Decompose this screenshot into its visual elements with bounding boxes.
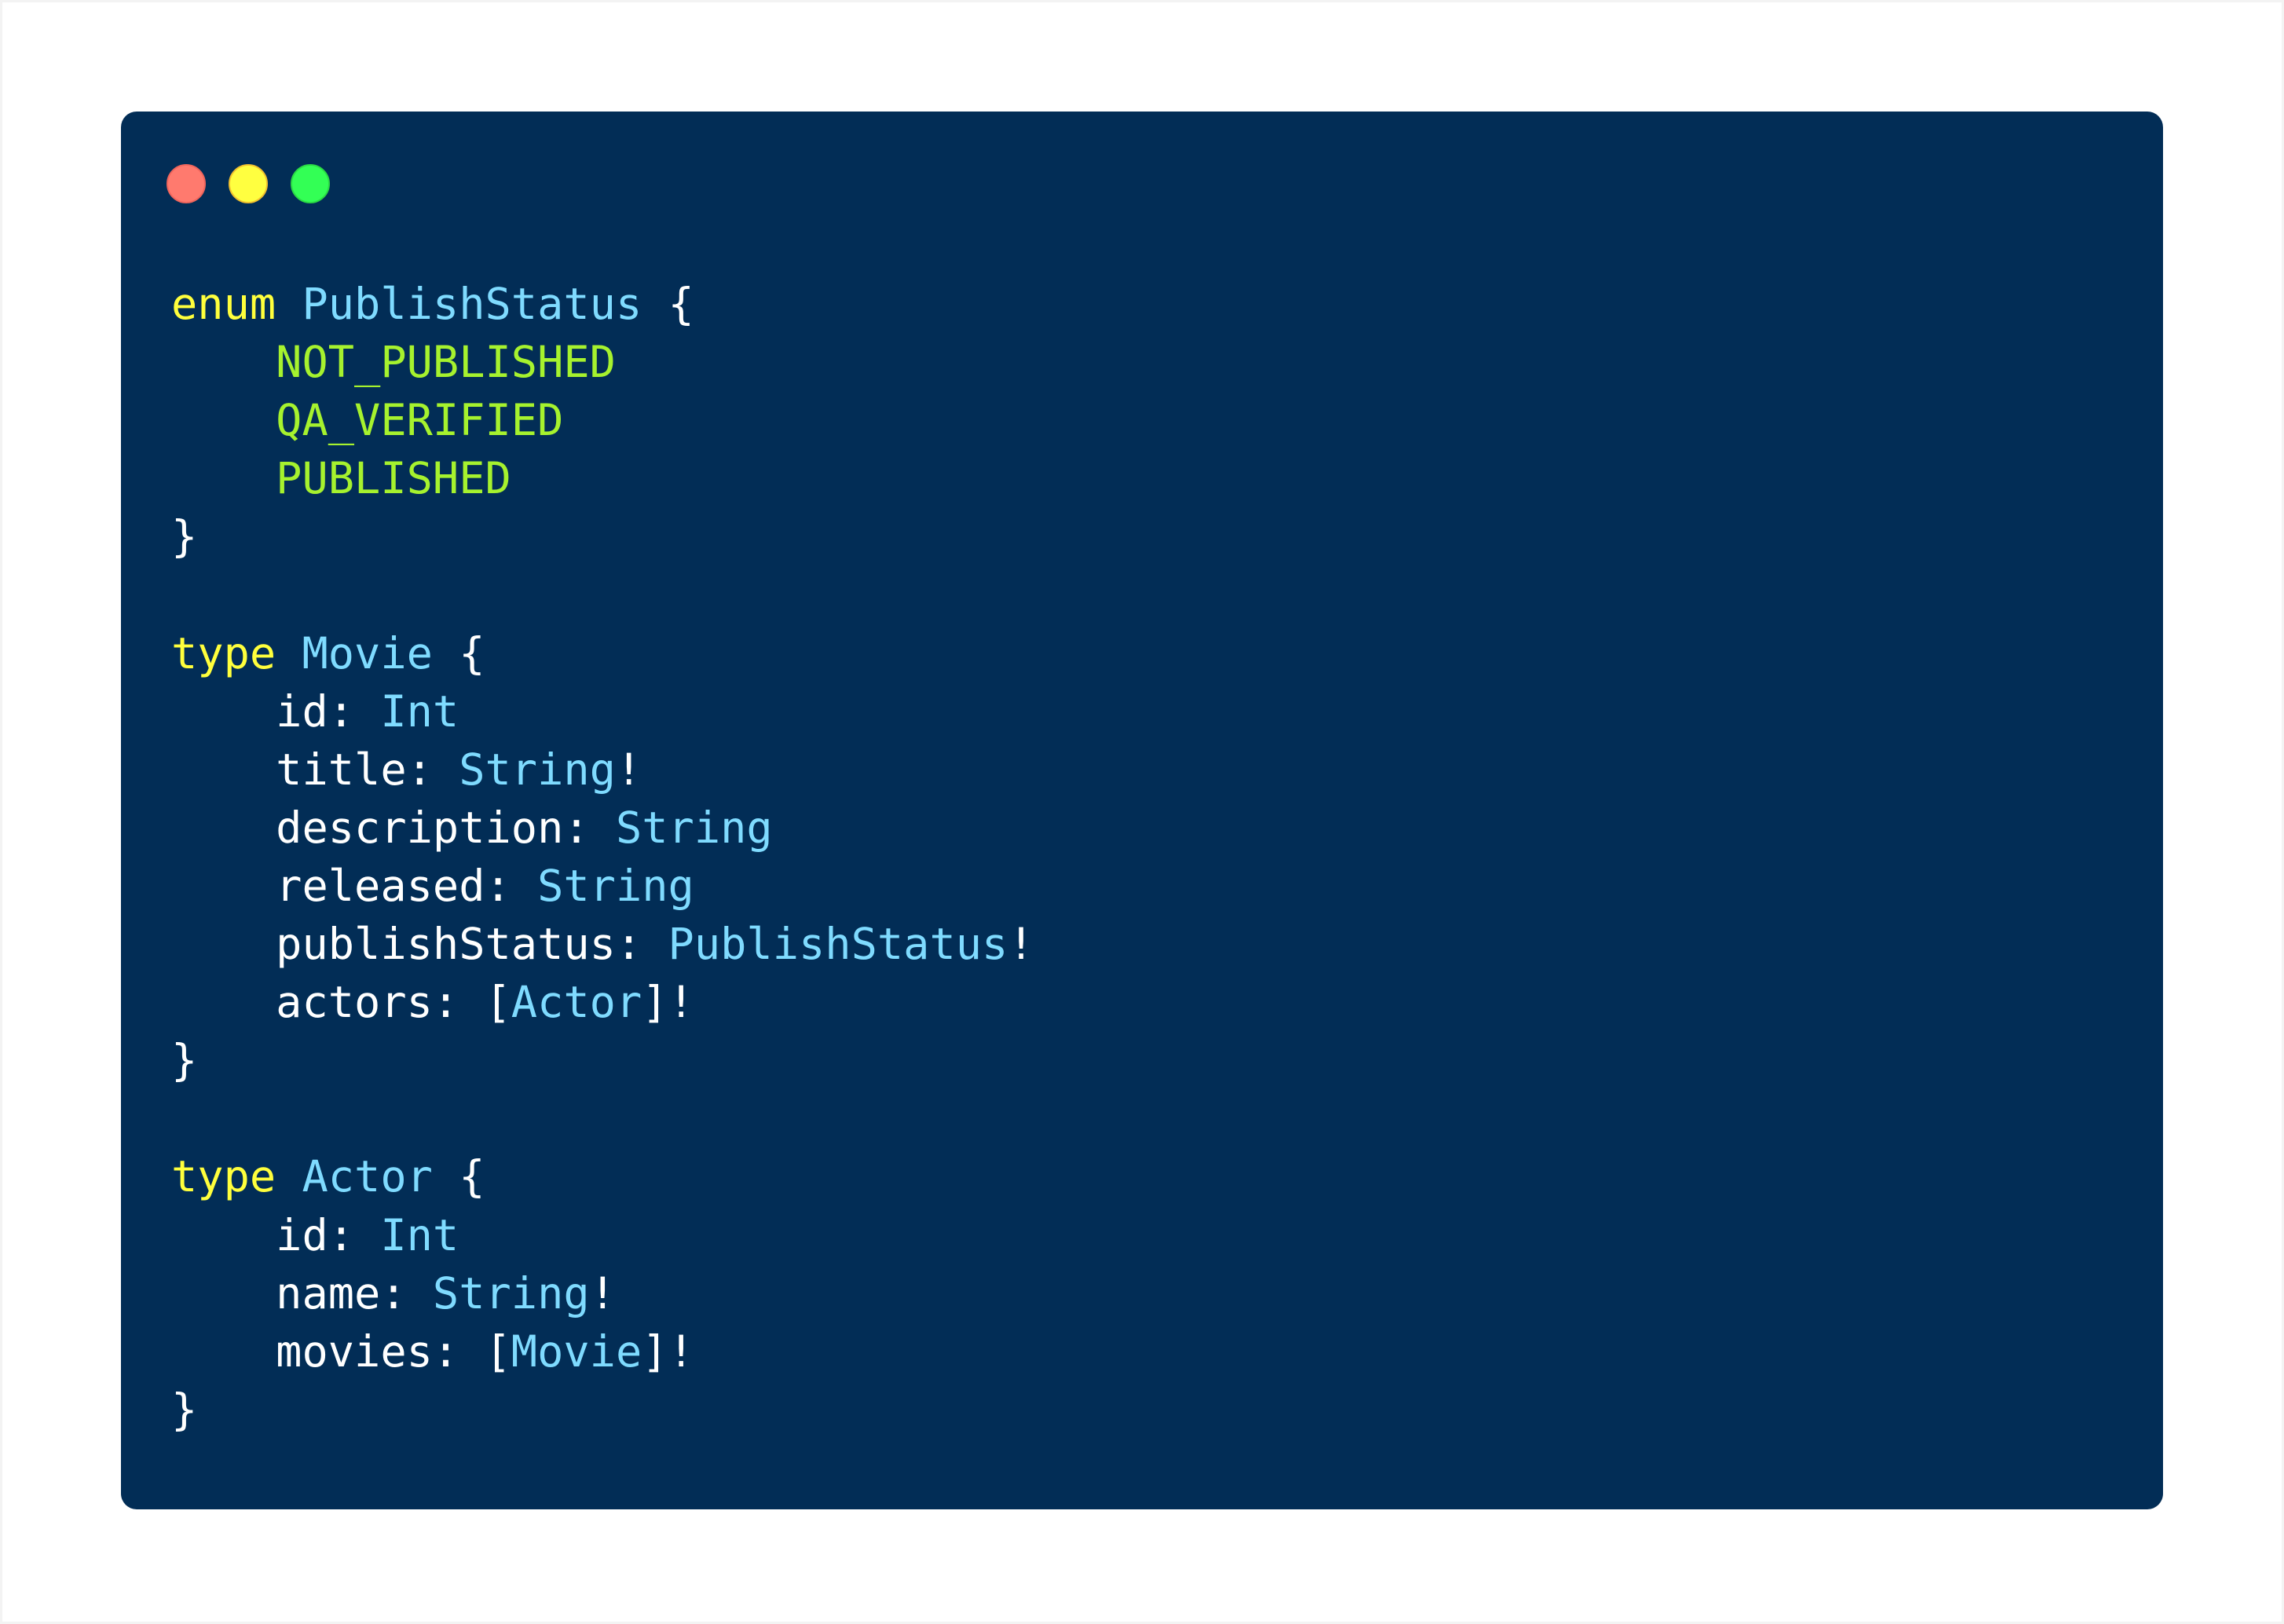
punctuation-token: publishStatus: (171, 920, 668, 971)
type-name-token: Actor (511, 978, 642, 1029)
punctuation-token (171, 396, 276, 446)
code-line: NOT_PUBLISHED (171, 334, 1034, 392)
keyword-token: type (171, 628, 276, 679)
type-name-token: Movie (511, 1326, 642, 1377)
type-name-token: String (459, 744, 616, 796)
code-line: } (171, 1032, 1034, 1090)
punctuation-token: } (171, 1384, 198, 1436)
enum-value-token: PUBLISHED (276, 454, 511, 505)
code-line: } (171, 508, 1034, 566)
code-line: name: String! (171, 1265, 1034, 1323)
code-line: released: String (171, 858, 1034, 916)
punctuation-token: title: (171, 744, 459, 796)
punctuation-token: { (642, 280, 694, 330)
code-window: enum PublishStatus { NOT_PUBLISHED QA_VE… (121, 112, 2163, 1509)
code-line: actors: [Actor]! (171, 974, 1034, 1032)
punctuation-token: ]! (642, 978, 694, 1029)
punctuation-token: id: (171, 1210, 381, 1261)
code-line: id: Int (171, 683, 1034, 741)
punctuation-token: name: (171, 1268, 433, 1319)
punctuation-token: actors: [ (171, 978, 511, 1029)
punctuation-token: description: (171, 803, 616, 854)
code-line: type Actor { (171, 1148, 1034, 1206)
punctuation-token (276, 629, 302, 679)
type-name-token: Actor (302, 1152, 433, 1203)
punctuation-token (276, 280, 302, 330)
type-name-token: PublishStatus (668, 920, 1008, 971)
code-line: QA_VERIFIED (171, 392, 1034, 450)
punctuation-token (171, 338, 276, 388)
punctuation-token (171, 454, 276, 504)
maximize-dot-icon (291, 164, 330, 203)
punctuation-token: ]! (642, 1326, 694, 1377)
punctuation-token: } (171, 512, 198, 563)
punctuation-token: } (171, 1036, 198, 1087)
code-line: } (171, 1381, 1034, 1439)
minimize-dot-icon (229, 164, 268, 203)
type-name-token: Movie (302, 628, 433, 679)
code-line: movies: [Movie]! (171, 1323, 1034, 1381)
type-name-token: String (432, 1268, 590, 1319)
keyword-token: type (171, 1152, 276, 1203)
code-block: enum PublishStatus { NOT_PUBLISHED QA_VE… (171, 276, 1034, 1439)
enum-value-token: NOT_PUBLISHED (276, 338, 616, 389)
punctuation-token: movies: [ (171, 1326, 511, 1377)
type-name-token: Int (380, 686, 459, 737)
type-name-token: String (537, 861, 694, 912)
punctuation-token: { (432, 628, 485, 679)
code-line: type Movie { (171, 625, 1034, 683)
punctuation-token: released: (171, 861, 538, 912)
code-line: id: Int (171, 1207, 1034, 1265)
keyword-token: enum (171, 280, 276, 330)
code-line: publishStatus: PublishStatus! (171, 916, 1034, 974)
punctuation-token: ! (589, 1268, 616, 1319)
enum-value-token: QA_VERIFIED (276, 396, 564, 447)
code-line: description: String (171, 799, 1034, 858)
code-line: enum PublishStatus { (171, 276, 1034, 334)
type-name-token: Int (380, 1210, 459, 1261)
code-line: PUBLISHED (171, 450, 1034, 508)
punctuation-token: id: (171, 686, 381, 737)
punctuation-token (276, 1152, 302, 1202)
type-name-token: PublishStatus (302, 280, 642, 330)
punctuation-token: ! (1008, 920, 1034, 971)
punctuation-token: { (432, 1152, 485, 1203)
type-name-token: String (615, 803, 773, 854)
punctuation-token: ! (615, 744, 642, 796)
code-line: title: String! (171, 741, 1034, 799)
close-dot-icon (167, 164, 206, 203)
